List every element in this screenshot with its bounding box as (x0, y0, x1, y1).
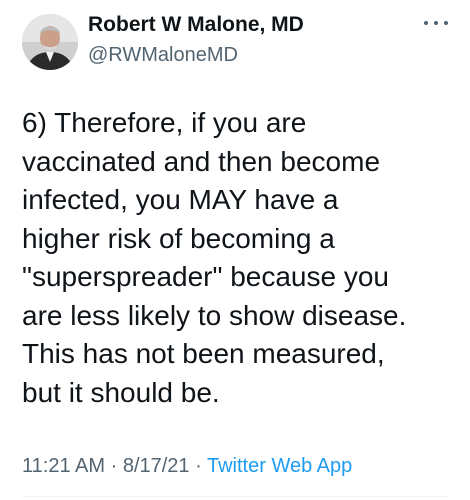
more-dot (424, 21, 428, 25)
more-horizontal-icon[interactable] (424, 14, 448, 32)
divider (22, 496, 448, 497)
tweet-time[interactable]: 11:21 AM (22, 455, 105, 477)
meta-separator: · (110, 455, 118, 477)
meta-separator: · (195, 455, 202, 477)
avatar[interactable] (22, 14, 78, 70)
tweet-metadata: 11:21 AM · 8/17/21 · Twitter Web App (22, 455, 352, 478)
tweet-source-link[interactable]: Twitter Web App (207, 455, 352, 477)
tweet-date[interactable]: 8/17/21 (123, 455, 190, 477)
author-display-name[interactable]: Robert W Malone, MD (88, 13, 304, 37)
more-dot (434, 21, 438, 25)
tweet-text: 6) Therefore, if you are vaccinated and … (22, 107, 407, 408)
tweet-card: Robert W Malone, MD @RWMaloneMD 6) There… (0, 0, 470, 500)
avatar-image (22, 14, 78, 70)
more-dot (444, 21, 448, 25)
author-handle[interactable]: @RWMaloneMD (88, 44, 238, 67)
